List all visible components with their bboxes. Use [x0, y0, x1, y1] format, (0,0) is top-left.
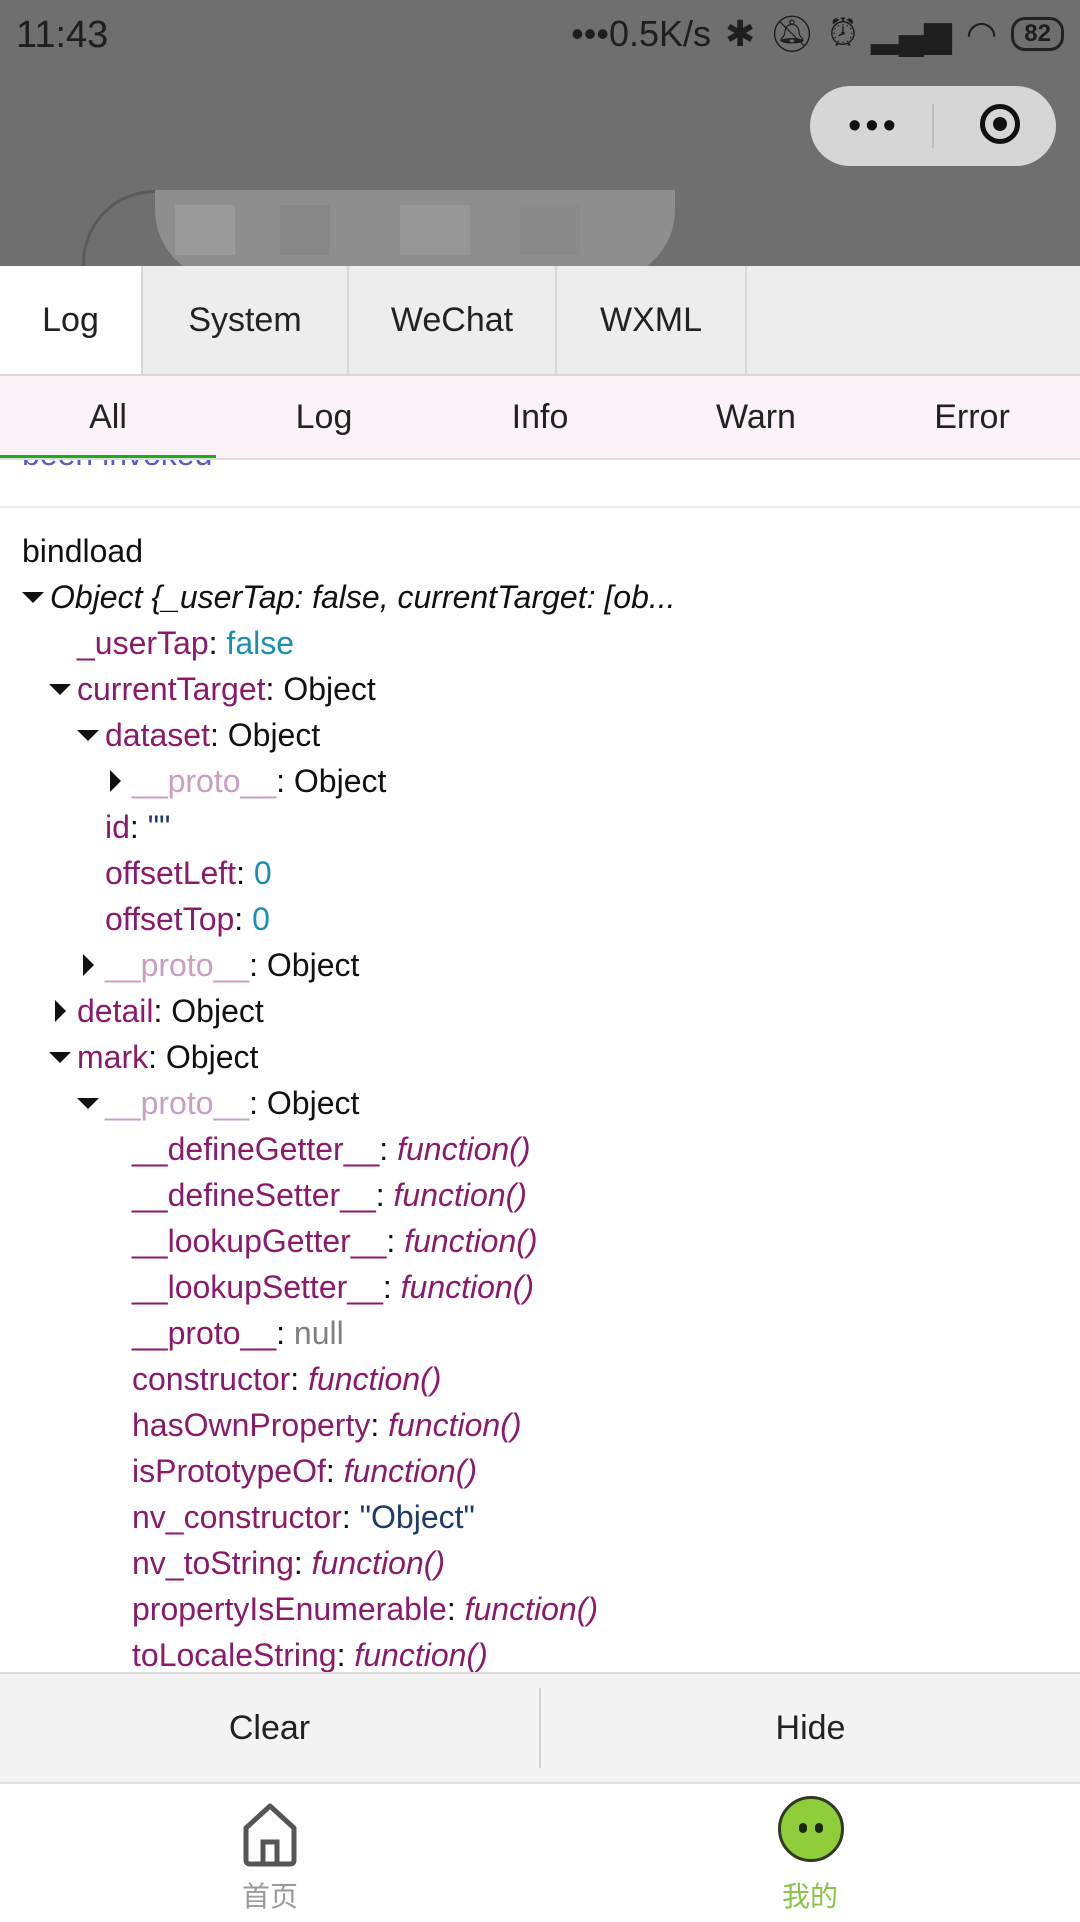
filter-info[interactable]: Info	[432, 376, 648, 458]
tabbar-item-home[interactable]: 首页	[0, 1784, 540, 1922]
filter-error[interactable]: Error	[864, 376, 1080, 458]
target-icon[interactable]	[980, 104, 1020, 144]
tree-row-constructor: constructor: function()	[132, 1361, 442, 1397]
tree-row-dataset[interactable]: dataset: Object	[0, 712, 1080, 758]
log-title: bindload	[22, 533, 143, 569]
wifi-icon: ◠	[965, 12, 998, 54]
caret-down-icon[interactable]	[22, 592, 44, 603]
home-icon	[243, 1803, 297, 1867]
filter-all[interactable]: All	[0, 376, 216, 458]
battery-icon: 82	[1011, 16, 1064, 51]
tree-row-detail[interactable]: detail: Object	[0, 988, 1080, 1034]
tree-row-nv-tostring: nv_toString: function()	[132, 1545, 446, 1581]
tabbar-label-me: 我的	[781, 1881, 838, 1912]
tab-wechat[interactable]: WeChat	[349, 266, 557, 374]
filter-log[interactable]: Log	[216, 376, 432, 458]
blur-tile	[520, 205, 580, 255]
tree-row-usertap: _userTap: false	[77, 625, 295, 661]
tree-row-hasownproperty: hasOwnProperty: function()	[132, 1407, 522, 1443]
tab-wxml[interactable]: WXML	[557, 266, 747, 374]
log-entry: bindload Object {_userTap: false, curren…	[0, 528, 1080, 1672]
tabbar-item-me[interactable]: 我的	[540, 1784, 1080, 1922]
log-filter-bar: All Log Info Warn Error	[0, 376, 1080, 460]
tree-row-nv-constructor: nv_constructor: "Object"	[132, 1499, 475, 1535]
tree-row-definegetter: __defineGetter__: function()	[132, 1131, 531, 1167]
tree-row-proto-null: __proto__: null	[132, 1315, 344, 1351]
tree-row-tolocalestring: toLocaleString: function()	[132, 1637, 488, 1672]
bottom-tab-bar: 首页 我的	[0, 1782, 1080, 1922]
capsule-divider	[932, 104, 934, 148]
tree-row-mark-proto[interactable]: __proto__: Object	[0, 1080, 1080, 1126]
app-header-dimmed: 11:43 •••0.5K/s ✱ 🔕︎ ⏰︎ ▂▄▆ ◠ 82 •••	[0, 0, 1080, 266]
previous-log-text: been invoked	[22, 460, 212, 473]
caret-right-icon[interactable]	[83, 954, 94, 976]
vconsole-actions: Clear Hide	[0, 1672, 1080, 1782]
caret-down-icon[interactable]	[77, 730, 99, 741]
caret-right-icon[interactable]	[110, 770, 121, 792]
tree-row-mark[interactable]: mark: Object	[0, 1034, 1080, 1080]
tree-row-id: id: ""	[105, 809, 171, 845]
clear-button[interactable]: Clear	[0, 1674, 539, 1782]
tree-row-isprototypeof: isPrototypeOf: function()	[132, 1453, 478, 1489]
signal-icon: ▂▄▆	[870, 12, 952, 54]
filter-warn[interactable]: Warn	[648, 376, 864, 458]
blur-tile	[400, 205, 470, 255]
bluetooth-icon: ✱	[725, 12, 756, 54]
tree-row-lookupsetter: __lookupSetter__: function()	[132, 1269, 535, 1305]
tree-row-propertyisenumerable: propertyIsEnumerable: function()	[132, 1591, 598, 1627]
blur-tile	[175, 205, 235, 255]
tree-row-offsettop: offsetTop: 0	[105, 901, 270, 937]
tree-row-definesetter: __defineSetter__: function()	[132, 1177, 527, 1213]
tab-system[interactable]: System	[143, 266, 349, 374]
more-dots-icon[interactable]: •••	[848, 107, 900, 145]
status-time: 11:43	[16, 14, 109, 56]
hide-button[interactable]: Hide	[541, 1674, 1080, 1782]
tree-row-lookupgetter: __lookupGetter__: function()	[132, 1223, 538, 1259]
blur-tile	[280, 205, 330, 255]
net-speed: •••0.5K/s	[571, 12, 712, 54]
profile-face-icon	[778, 1796, 844, 1862]
active-filter-indicator	[0, 455, 216, 458]
tree-row-currenttarget-proto[interactable]: __proto__: Object	[0, 942, 1080, 988]
status-indicators: •••0.5K/s ✱ 🔕︎ ⏰︎ ▂▄▆ ◠ 82	[571, 12, 1064, 55]
mute-bell-icon: 🔕︎	[769, 12, 815, 54]
caret-down-icon[interactable]	[77, 1098, 99, 1109]
tree-row-dataset-proto[interactable]: __proto__: Object	[0, 758, 1080, 804]
tabbar-label-home: 首页	[241, 1881, 298, 1912]
caret-down-icon[interactable]	[49, 684, 71, 695]
miniprogram-capsule[interactable]: •••	[810, 86, 1056, 166]
log-panel[interactable]: been invoked bindload Object {_userTap: …	[0, 460, 1080, 1672]
tab-log[interactable]: Log	[0, 266, 143, 374]
tree-row-currenttarget[interactable]: currentTarget: Object	[0, 666, 1080, 712]
caret-right-icon[interactable]	[55, 1000, 66, 1022]
vconsole-tabs: Log System WeChat WXML	[0, 266, 1080, 376]
caret-down-icon[interactable]	[49, 1052, 71, 1063]
tree-row-offsetleft: offsetLeft: 0	[105, 855, 272, 891]
object-summary-row[interactable]: Object {_userTap: false, currentTarget: …	[0, 574, 1080, 620]
log-divider	[0, 506, 1080, 508]
alarm-icon: ⏰︎	[828, 12, 857, 53]
status-bar: 11:43 •••0.5K/s ✱ 🔕︎ ⏰︎ ▂▄▆ ◠ 82	[0, 0, 1080, 70]
